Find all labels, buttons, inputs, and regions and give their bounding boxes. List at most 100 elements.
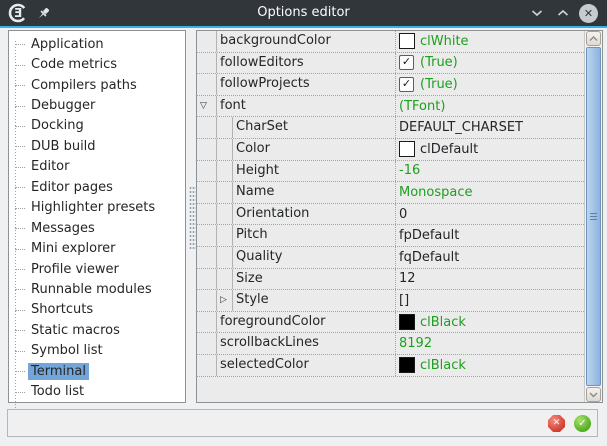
property-name[interactable]: Color [216, 139, 395, 160]
sidebar-item-runnable-modules[interactable]: Runnable modules [9, 279, 185, 299]
sidebar-item-label[interactable]: Runnable modules [28, 281, 155, 298]
sidebar-item-application[interactable]: Application [9, 34, 185, 54]
sidebar-item-shortcuts[interactable]: Shortcuts [9, 300, 185, 320]
property-row: followEditors✓(True) [197, 53, 584, 75]
sidebar-item-label[interactable]: Highlighter presets [28, 199, 158, 216]
row-gutter [197, 204, 216, 225]
property-name[interactable]: Quality [216, 247, 395, 268]
property-name[interactable]: selectedColor [216, 355, 395, 376]
sidebar-item-label[interactable]: DUB build [28, 138, 99, 155]
row-gutter [197, 31, 216, 52]
property-value-text: clBlack [420, 315, 466, 330]
property-value[interactable]: 0 [395, 204, 584, 225]
property-value-text: (True) [420, 77, 458, 92]
sidebar-item-label[interactable]: Terminal [28, 363, 89, 380]
sidebar-item-label[interactable]: Shortcuts [28, 301, 96, 318]
sidebar-item-label[interactable]: Todo list [28, 383, 87, 400]
scrollbar-thumb[interactable] [586, 47, 601, 386]
sidebar-item-debugger[interactable]: Debugger [9, 95, 185, 115]
property-name[interactable]: font [216, 96, 395, 117]
property-name[interactable]: followProjects [216, 74, 395, 95]
sidebar-item-editor-pages[interactable]: Editor pages [9, 177, 185, 197]
property-name[interactable]: CharSet [216, 117, 395, 138]
sidebar-item-highlighter-presets[interactable]: Highlighter presets [9, 198, 185, 218]
property-value-text: DEFAULT_CHARSET [399, 120, 523, 135]
sidebar-item-label[interactable]: Compilers paths [28, 77, 140, 94]
property-value-text: (TFont) [399, 99, 445, 114]
property-row: Height-16 [197, 161, 584, 183]
property-name-label: font [220, 98, 246, 113]
checkbox-checked[interactable]: ✓ [399, 77, 414, 92]
property-name[interactable]: Height [216, 161, 395, 182]
property-value[interactable]: ✓(True) [395, 53, 584, 74]
maximize-button[interactable] [557, 6, 573, 20]
sidebar-item-terminal[interactable]: Terminal [9, 361, 185, 381]
accept-button[interactable]: ✓ [574, 415, 591, 432]
sidebar-item-label[interactable]: Docking [28, 117, 87, 134]
sidebar-item-symbol-list[interactable]: Symbol list [9, 341, 185, 361]
vertical-scrollbar[interactable] [584, 31, 602, 402]
collapse-arrow-icon[interactable]: ▽ [200, 98, 207, 114]
property-value[interactable]: clBlack [395, 312, 584, 333]
sidebar-item-label[interactable]: Debugger [28, 97, 98, 114]
splitter-handle[interactable] [189, 186, 196, 250]
property-value[interactable]: 12 [395, 269, 584, 290]
minimize-button[interactable] [531, 6, 547, 20]
property-value[interactable]: [] [395, 290, 584, 311]
sidebar-tree: Application Code metrics Compilers paths De… [9, 31, 185, 402]
category-sidebar: Application Code metrics Compilers paths De… [8, 30, 186, 403]
sidebar-item-label[interactable]: Messages [28, 220, 98, 237]
property-value[interactable]: -16 [395, 161, 584, 182]
scroll-down-button[interactable] [586, 387, 601, 402]
property-value[interactable]: DEFAULT_CHARSET [395, 117, 584, 138]
sidebar-item-profile-viewer[interactable]: Profile viewer [9, 259, 185, 279]
property-row: Pitch fpDefault [197, 225, 584, 247]
property-value[interactable]: clBlack [395, 355, 584, 376]
sidebar-item-messages[interactable]: Messages [9, 218, 185, 238]
sidebar-item-mini-explorer[interactable]: Mini explorer [9, 238, 185, 258]
property-name[interactable]: foregroundColor [216, 312, 395, 333]
cancel-button[interactable]: ✕ [548, 415, 565, 432]
row-gutter [197, 290, 216, 311]
property-value[interactable]: (TFont) [395, 96, 584, 117]
sidebar-item-label[interactable]: Static macros [28, 322, 123, 339]
sidebar-item-static-macros[interactable]: Static macros [9, 320, 185, 340]
sidebar-item-label[interactable]: Application [28, 36, 107, 53]
property-row: ▷Style[] [197, 290, 584, 312]
property-name[interactable]: Orientation [216, 204, 395, 225]
sidebar-item-docking[interactable]: Docking [9, 116, 185, 136]
property-name-label: Size [236, 271, 263, 286]
property-name[interactable]: Name [216, 182, 395, 203]
sidebar-item-code-metrics[interactable]: Code metrics [9, 54, 185, 74]
sidebar-item-label[interactable]: Editor pages [28, 179, 116, 196]
property-name[interactable]: Size [216, 269, 395, 290]
sidebar-item-label[interactable]: Editor [28, 158, 72, 175]
property-name[interactable]: scrollbackLines [216, 333, 395, 354]
property-name-label: selectedColor [220, 357, 309, 372]
property-value[interactable]: clDefault [395, 139, 584, 160]
property-name[interactable]: ▷Style [216, 290, 395, 311]
property-name-label: Orientation [236, 206, 309, 221]
close-button[interactable]: ✕ [579, 4, 598, 23]
sidebar-item-label[interactable]: Mini explorer [28, 240, 119, 257]
property-name[interactable]: Pitch [216, 225, 395, 246]
scroll-up-button[interactable] [586, 31, 601, 46]
sidebar-item-todo-list[interactable]: Todo list [9, 381, 185, 401]
sidebar-item-label[interactable]: Profile viewer [28, 261, 122, 278]
property-value[interactable]: fqDefault [395, 247, 584, 268]
property-name[interactable]: backgroundColor [216, 31, 395, 52]
sidebar-item-editor[interactable]: Editor [9, 157, 185, 177]
sidebar-item-dub-build[interactable]: DUB build [9, 136, 185, 156]
property-value[interactable]: 8192 [395, 333, 584, 354]
property-value[interactable]: Monospace [395, 182, 584, 203]
property-name[interactable]: followEditors [216, 53, 395, 74]
property-value[interactable]: fpDefault [395, 225, 584, 246]
sidebar-item-label[interactable]: Symbol list [28, 342, 106, 359]
property-value[interactable]: ✓ (True) [395, 74, 584, 95]
property-value[interactable]: clWhite [395, 31, 584, 52]
expand-arrow-icon[interactable]: ▷ [220, 292, 227, 308]
property-name-label: Pitch [236, 227, 268, 242]
checkbox-checked[interactable]: ✓ [399, 55, 414, 70]
sidebar-item-label[interactable]: Code metrics [28, 56, 120, 73]
sidebar-item-compilers-paths[interactable]: Compilers paths [9, 75, 185, 95]
